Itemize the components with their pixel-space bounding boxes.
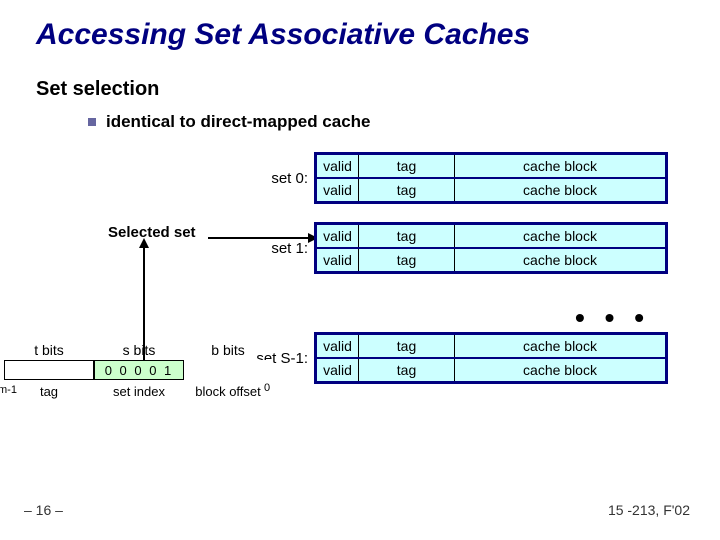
bullet-icon — [88, 118, 96, 126]
block-cell: cache block — [455, 179, 665, 201]
s-bits-group: s bits 0 0 0 0 1 — [94, 342, 184, 380]
valid-cell: valid — [317, 359, 359, 381]
t-bits-group: t bits — [4, 342, 94, 380]
slide-title: Accessing Set Associative Caches — [36, 18, 530, 52]
valid-cell: valid — [317, 225, 359, 247]
valid-cell: valid — [317, 155, 359, 177]
slide-subtitle: Set selection — [36, 78, 159, 101]
bit-zero: 0 — [264, 382, 270, 394]
valid-cell: valid — [317, 249, 359, 271]
set-row: set 0: valid tag cache block valid tag c… — [250, 152, 680, 204]
set-box: valid tag cache block valid tag cache bl… — [314, 332, 668, 384]
block-cell: cache block — [455, 359, 665, 381]
block-cell: cache block — [455, 335, 665, 357]
tag-cell: tag — [359, 359, 455, 381]
tag-cell: tag — [359, 179, 455, 201]
address-decomposition: t bits s bits 0 0 0 0 1 b bits tag set i… — [4, 342, 304, 399]
t-bits-label: t bits — [4, 342, 94, 358]
b-bits-box — [184, 360, 272, 380]
ellipsis: • • • — [575, 302, 650, 334]
tag-cell: tag — [359, 249, 455, 271]
set-row: set S-1: valid tag cache block valid tag… — [250, 332, 680, 384]
valid-cell: valid — [317, 179, 359, 201]
cache-line: valid tag cache block — [317, 335, 665, 359]
cache-line: valid tag cache block — [317, 179, 665, 201]
address-field-labels: tag set index block offset — [4, 384, 304, 399]
selected-set-label: Selected set — [108, 224, 196, 241]
set-row: set 1: valid tag cache block valid tag c… — [250, 222, 680, 274]
t-bits-box — [4, 360, 94, 380]
bullet-text: identical to direct-mapped cache — [106, 112, 371, 132]
cache-line: valid tag cache block — [317, 225, 665, 249]
set-label: set 0: — [250, 170, 314, 187]
set-label: set 1: — [250, 240, 314, 257]
bullet-item: identical to direct-mapped cache — [88, 112, 371, 132]
footer-course-info: 15 -213, F'02 — [608, 502, 690, 518]
b-bits-label: b bits — [184, 342, 272, 358]
tag-field-label: tag — [4, 384, 94, 399]
footer-page-number: – 16 – — [24, 502, 63, 518]
bit-m-minus-1: m-1 — [0, 384, 17, 396]
s-bits-label: s bits — [94, 342, 184, 358]
block-cell: cache block — [455, 225, 665, 247]
cache-line: valid tag cache block — [317, 249, 665, 271]
cache-sets-diagram: set 0: valid tag cache block valid tag c… — [250, 152, 680, 292]
valid-cell: valid — [317, 335, 359, 357]
cache-line: valid tag cache block — [317, 155, 665, 179]
s-bits-box: 0 0 0 0 1 — [94, 360, 184, 380]
b-bits-group: b bits — [184, 342, 272, 380]
block-cell: cache block — [455, 249, 665, 271]
blockoffset-field-label: block offset — [184, 384, 272, 399]
tag-cell: tag — [359, 155, 455, 177]
set-box: valid tag cache block valid tag cache bl… — [314, 222, 668, 274]
set-box: valid tag cache block valid tag cache bl… — [314, 152, 668, 204]
tag-cell: tag — [359, 225, 455, 247]
cache-line: valid tag cache block — [317, 359, 665, 381]
tag-cell: tag — [359, 335, 455, 357]
last-set-area: set S-1: valid tag cache block valid tag… — [250, 332, 680, 402]
setindex-field-label: set index — [94, 384, 184, 399]
block-cell: cache block — [455, 155, 665, 177]
